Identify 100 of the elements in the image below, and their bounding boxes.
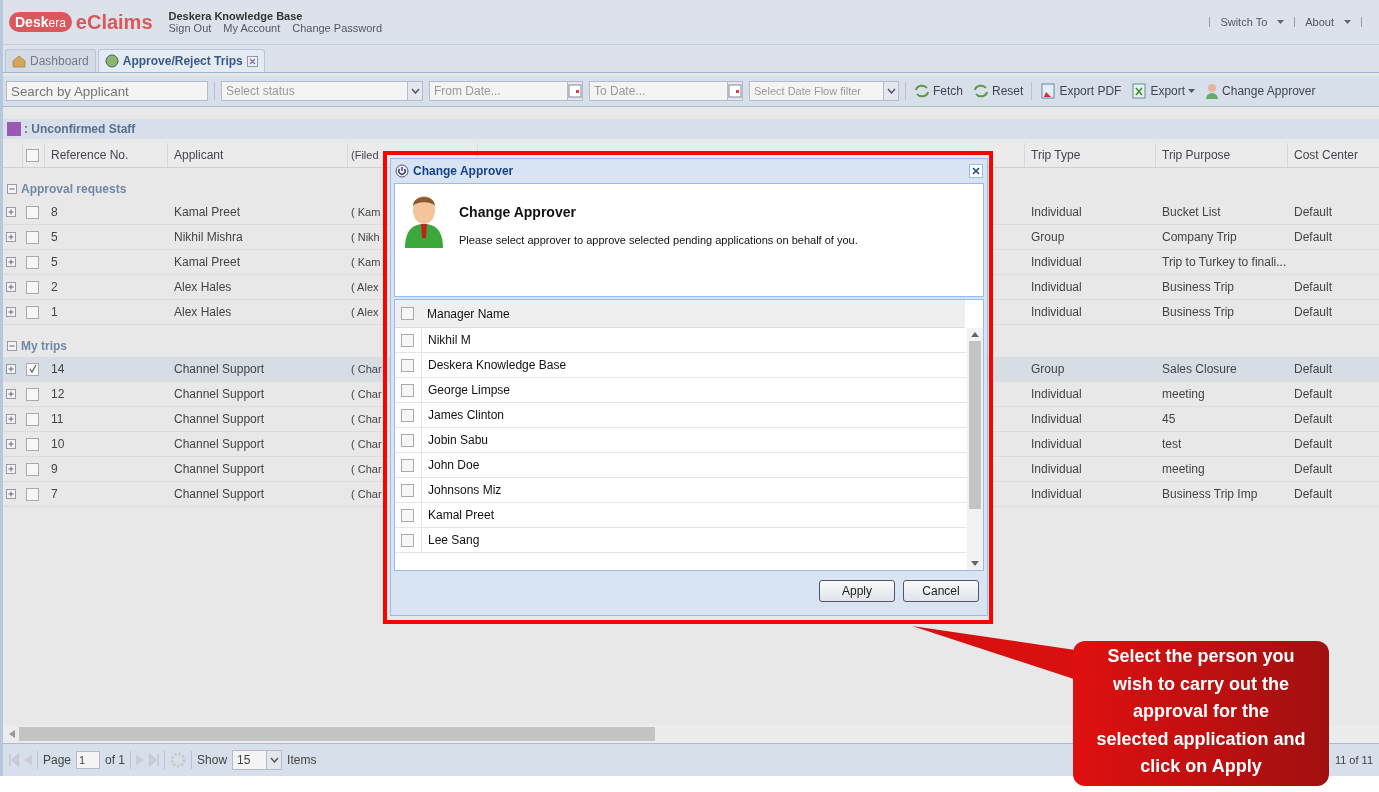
toolbar-button[interactable]: Export bbox=[1129, 83, 1198, 99]
dialog-button[interactable]: Apply bbox=[819, 580, 895, 602]
table-cell-text: Individual bbox=[1030, 204, 1083, 221]
scroll-down-icon[interactable] bbox=[971, 561, 979, 566]
header-menu[interactable]: Switch To bbox=[1220, 16, 1268, 28]
scrollbar-thumb[interactable] bbox=[19, 727, 655, 741]
table-cell-text: Channel Support bbox=[173, 436, 266, 453]
last-page-icon[interactable] bbox=[149, 754, 160, 766]
table-cell-text: Channel Support bbox=[173, 461, 266, 478]
table-cell-text: Company Trip bbox=[1161, 229, 1238, 246]
checkbox[interactable] bbox=[26, 305, 39, 319]
table-cell: ( Alex bbox=[351, 281, 379, 293]
table-cell-text: Individual bbox=[1030, 386, 1083, 403]
column-header[interactable]: Trip Type bbox=[1025, 143, 1156, 167]
table-cell-text: 9 bbox=[50, 461, 59, 478]
expand-icon[interactable] bbox=[6, 207, 16, 217]
calendar-icon[interactable] bbox=[728, 84, 742, 98]
checkbox[interactable] bbox=[26, 462, 39, 476]
checkbox[interactable] bbox=[401, 483, 414, 497]
dialog-button[interactable]: Cancel bbox=[903, 580, 979, 602]
table-cell-text: Business Trip Imp bbox=[1161, 486, 1259, 503]
checkbox[interactable] bbox=[26, 230, 39, 244]
table-cell-text: 45 bbox=[1161, 411, 1177, 428]
expand-icon[interactable] bbox=[6, 364, 16, 374]
header-link[interactable]: Change Password bbox=[292, 22, 383, 34]
checkbox[interactable] bbox=[401, 408, 414, 422]
column-header[interactable]: Applicant bbox=[168, 143, 348, 167]
close-icon[interactable] bbox=[246, 55, 258, 67]
tab[interactable]: Approve/Reject Trips bbox=[97, 49, 265, 72]
show-label: Show bbox=[197, 753, 228, 767]
scroll-left-icon[interactable] bbox=[9, 730, 15, 738]
expand-icon[interactable] bbox=[6, 414, 16, 424]
table-cell: ( Char bbox=[351, 388, 382, 400]
toolbar-button[interactable]: Export PDF bbox=[1038, 83, 1124, 99]
expand-icon[interactable] bbox=[6, 439, 16, 449]
checkbox[interactable] bbox=[401, 333, 414, 347]
checkbox[interactable] bbox=[26, 205, 39, 219]
expand-icon[interactable] bbox=[6, 489, 16, 499]
checkbox[interactable] bbox=[401, 383, 414, 397]
expand-icon[interactable] bbox=[6, 389, 16, 399]
expand-icon[interactable] bbox=[6, 464, 16, 474]
table-cell-text: Default bbox=[1293, 411, 1334, 428]
table-cell-text: Individual bbox=[1030, 304, 1083, 321]
expand-icon[interactable] bbox=[6, 232, 16, 242]
checkbox[interactable] bbox=[26, 412, 39, 426]
checkbox[interactable] bbox=[26, 487, 39, 501]
dialog-message: Please select approver to approve selected pending applications on behalf of you. bbox=[459, 234, 858, 246]
checkbox[interactable] bbox=[401, 508, 414, 522]
header-menu[interactable]: About bbox=[1305, 16, 1334, 28]
toolbar-button[interactable]: Change Approver bbox=[1203, 83, 1318, 99]
checkbox[interactable] bbox=[401, 458, 414, 472]
refresh-icon[interactable] bbox=[170, 752, 187, 768]
table-cell-text: test bbox=[1161, 436, 1183, 453]
column-header[interactable]: Cost Center bbox=[1288, 143, 1379, 167]
caret-icon[interactable] bbox=[1277, 20, 1285, 24]
table-cell-text: Nikhil Mishra bbox=[173, 229, 244, 246]
expand-icon[interactable] bbox=[6, 307, 16, 317]
table-cell-text: Default bbox=[1293, 229, 1334, 246]
table-cell-text: Group bbox=[1030, 229, 1066, 246]
close-button[interactable] bbox=[969, 164, 983, 178]
scroll-up-icon[interactable] bbox=[971, 332, 979, 337]
checkbox[interactable] bbox=[401, 433, 414, 447]
page-field[interactable]: 1 bbox=[76, 751, 101, 769]
checkbox[interactable] bbox=[401, 533, 414, 547]
expand-icon[interactable] bbox=[6, 282, 16, 292]
caret-icon[interactable] bbox=[1344, 20, 1351, 24]
table-cell-text: Alex Hales bbox=[173, 279, 233, 296]
header-link[interactable]: Sign Out bbox=[168, 22, 212, 34]
table-cell: ( Char bbox=[351, 438, 382, 450]
column-header[interactable]: Reference No. bbox=[45, 143, 168, 167]
table-cell-text: Default bbox=[1293, 486, 1334, 503]
checkbox[interactable] bbox=[26, 387, 39, 401]
header-link[interactable]: My Account bbox=[223, 22, 281, 34]
table-cell-text: 10 bbox=[50, 436, 66, 453]
checkbox[interactable] bbox=[26, 255, 39, 269]
table-cell-text: 8 bbox=[50, 204, 59, 221]
group-title: Approval requests bbox=[21, 182, 127, 196]
checkbox[interactable] bbox=[26, 148, 39, 162]
callout: Select the person you wish to carry out the approval for the selected application and click on Apply bbox=[1073, 641, 1329, 786]
table-cell-text: 5 bbox=[50, 229, 59, 246]
expand-icon[interactable] bbox=[6, 257, 16, 267]
collapse-icon[interactable] bbox=[7, 341, 17, 351]
logo: Deskera bbox=[9, 12, 72, 32]
search-field[interactable]: Search by Applicant bbox=[6, 81, 208, 101]
toolbar-button[interactable]: Fetch bbox=[912, 84, 965, 98]
checkbox[interactable] bbox=[26, 362, 39, 376]
checkbox[interactable] bbox=[401, 358, 414, 372]
table-cell-text: Default bbox=[1293, 461, 1334, 478]
toolbar-button[interactable]: Reset bbox=[971, 84, 1026, 98]
table-cell-text: Kamal Preet bbox=[173, 204, 242, 221]
column-header[interactable]: Trip Purpose bbox=[1156, 143, 1288, 167]
first-page-icon[interactable] bbox=[9, 754, 19, 766]
table-cell-text: Channel Support bbox=[173, 386, 266, 403]
checkbox[interactable] bbox=[26, 280, 39, 294]
checkbox[interactable] bbox=[401, 307, 414, 320]
checkbox[interactable] bbox=[26, 437, 39, 451]
collapse-icon[interactable] bbox=[7, 184, 17, 194]
column-header[interactable]: (Filed bbox=[351, 149, 379, 161]
calendar-icon[interactable] bbox=[568, 84, 582, 98]
scrollbar-thumb[interactable] bbox=[969, 341, 981, 509]
